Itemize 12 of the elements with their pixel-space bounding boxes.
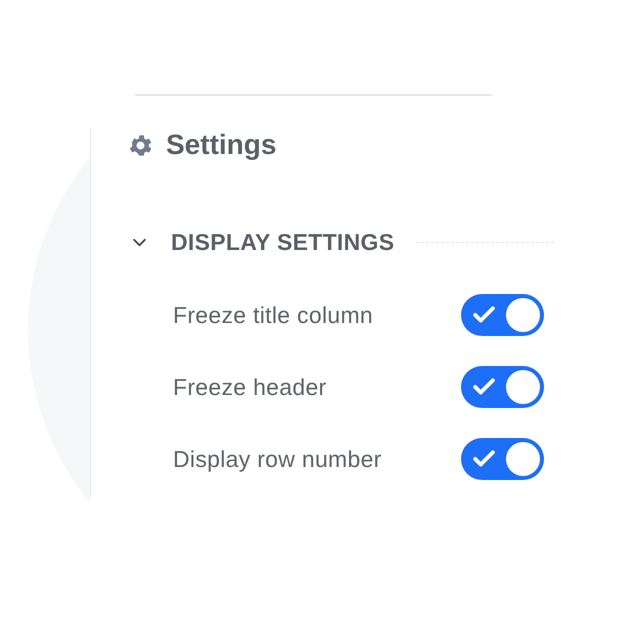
toggle-switch[interactable] <box>461 366 544 408</box>
section-title: DISPLAY SETTINGS <box>171 228 394 256</box>
option-label: Freeze header <box>173 374 328 400</box>
collapse-toggle[interactable] <box>131 236 148 248</box>
option-label: Freeze title column <box>173 302 374 328</box>
checkmark-icon <box>473 450 495 468</box>
checkmark-icon <box>473 378 495 396</box>
checkmark-icon <box>473 306 495 324</box>
option-label: Display row number <box>173 446 383 472</box>
toggle-switch[interactable] <box>461 438 544 480</box>
panel-title: Settings <box>166 129 276 161</box>
toggle-switch[interactable] <box>461 294 544 336</box>
